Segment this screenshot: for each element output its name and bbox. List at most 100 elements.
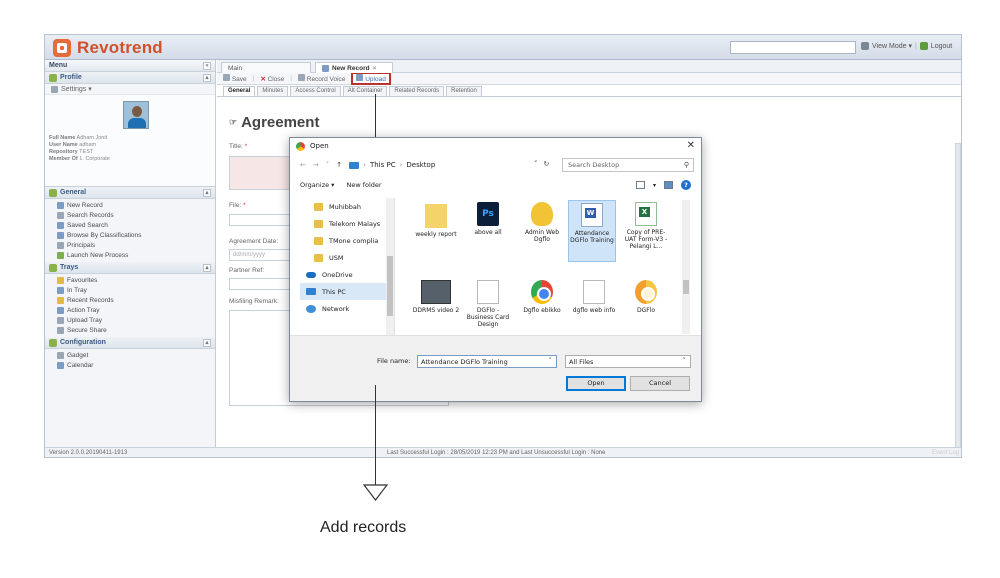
cancel-button[interactable]: Cancel bbox=[630, 376, 690, 391]
file-type-value: All Files bbox=[569, 358, 594, 366]
nav-item-label: Network bbox=[322, 304, 350, 313]
breadcrumb[interactable]: › This PC › Desktop bbox=[349, 161, 435, 169]
nav-item-tmone[interactable]: TMone complia bbox=[300, 232, 394, 249]
recent-locations-icon[interactable]: ˅ bbox=[326, 161, 330, 169]
menu-item-calendar[interactable]: Calendar bbox=[45, 360, 215, 370]
collapse-general-button[interactable]: ▴ bbox=[203, 189, 211, 197]
view-options-icon[interactable] bbox=[635, 181, 645, 189]
file-list-scrollbar[interactable] bbox=[682, 200, 690, 334]
file-item-admin-web-dgflo[interactable]: Admin Web Dgflo bbox=[518, 200, 566, 243]
file-item-attendance-dgflo-training[interactable]: Attendance DGFlo Training bbox=[568, 200, 616, 262]
tab-related-records[interactable]: Related Records bbox=[389, 86, 445, 96]
menu-item-saved-search[interactable]: Saved Search bbox=[45, 220, 215, 230]
event-log-link[interactable]: Event Log bbox=[932, 450, 959, 456]
menu-item-gadget[interactable]: Gadget bbox=[45, 350, 215, 360]
menu-item-action-tray[interactable]: Action Tray bbox=[45, 305, 215, 315]
tab-minutes[interactable]: Minutes bbox=[257, 86, 289, 96]
login-info: Last Successful Login : 28/05/2019 12:23… bbox=[387, 450, 606, 456]
menu-item-secure-share[interactable]: Secure Share bbox=[45, 325, 215, 335]
record-sub-tabs: General Minutes Access Control Alt Conta… bbox=[217, 85, 961, 97]
close-button[interactable]: ✕ Close bbox=[260, 75, 284, 83]
form-scrollbar[interactable] bbox=[955, 143, 961, 453]
close-icon[interactable]: ✕ bbox=[687, 140, 695, 151]
preview-pane-icon[interactable] bbox=[664, 181, 673, 189]
general-section-header[interactable]: General ▴ bbox=[45, 187, 215, 199]
breadcrumb-desktop[interactable]: Desktop bbox=[406, 161, 435, 169]
file-item-weekly-report[interactable]: weekly report bbox=[412, 202, 460, 238]
nav-item-muhibbah[interactable]: Muhibbah bbox=[300, 198, 394, 215]
collapse-trays-button[interactable]: ▴ bbox=[203, 264, 211, 272]
menu-item-search-records[interactable]: Search Records bbox=[45, 210, 215, 220]
chevron-down-icon[interactable]: ˅ bbox=[549, 357, 553, 365]
tab-new-record[interactable]: New Record × bbox=[315, 62, 393, 73]
new-record-icon bbox=[57, 201, 64, 209]
menu-item-favourites[interactable]: Favourites bbox=[45, 275, 215, 285]
record-voice-button[interactable]: Record Voice bbox=[297, 74, 345, 83]
view-dropdown-icon[interactable]: ▾ bbox=[653, 182, 656, 189]
search-input[interactable]: Search Desktop ⚲ bbox=[562, 158, 694, 172]
nav-item-this-pc[interactable]: This PC bbox=[300, 283, 394, 300]
file-item-ddrms-video[interactable]: DDRMS video 2 bbox=[412, 278, 460, 314]
nav-item-telekom[interactable]: Telekom Malays bbox=[300, 215, 394, 232]
menu-item-new-record[interactable]: New Record bbox=[45, 200, 215, 210]
collapse-menu-button[interactable]: « bbox=[203, 62, 211, 70]
upload-button[interactable]: Upload bbox=[351, 72, 391, 85]
menu-item-upload-tray[interactable]: Upload Tray bbox=[45, 315, 215, 325]
configuration-section-header[interactable]: Configuration ▴ bbox=[45, 337, 215, 349]
file-item-above-all[interactable]: Ps above all bbox=[464, 200, 512, 236]
excel-icon bbox=[635, 202, 657, 226]
close-tab-icon[interactable]: × bbox=[373, 65, 377, 72]
open-button[interactable]: Open bbox=[566, 376, 626, 391]
tab-label: Related Records bbox=[394, 88, 440, 94]
file-type-select[interactable]: All Files ˅ bbox=[565, 355, 691, 368]
menu-item-launch-process[interactable]: Launch New Process bbox=[45, 250, 215, 260]
breadcrumb-this-pc[interactable]: This PC bbox=[370, 161, 396, 169]
tab-main[interactable]: Main bbox=[221, 62, 311, 73]
menu-item-label: Saved Search bbox=[67, 221, 108, 229]
menu-item-browse-classifications[interactable]: Browse By Classifications bbox=[45, 230, 215, 240]
search-placeholder: Search Desktop bbox=[568, 161, 620, 169]
menu-item-in-tray[interactable]: In Tray bbox=[45, 285, 215, 295]
scrollbar-thumb[interactable] bbox=[683, 280, 689, 294]
file-name: DGFlo - Business Card Design bbox=[466, 307, 510, 328]
profile-section-header[interactable]: Profile ▴ bbox=[45, 72, 215, 84]
chevron-down-icon[interactable]: ˅ bbox=[683, 357, 687, 365]
file-name-input[interactable]: Attendance DGFlo Training ˅ bbox=[417, 355, 557, 368]
save-icon bbox=[223, 74, 230, 81]
menu-item-principals[interactable]: Principals bbox=[45, 240, 215, 250]
trays-section-header[interactable]: Trays ▴ bbox=[45, 262, 215, 274]
nav-item-network[interactable]: Network bbox=[300, 300, 394, 317]
tab-general[interactable]: General bbox=[223, 86, 256, 96]
help-icon[interactable]: ? bbox=[681, 180, 691, 190]
nav-item-usm[interactable]: USM bbox=[300, 249, 394, 266]
logout-link[interactable]: Logout bbox=[931, 43, 952, 50]
agreement-date-field[interactable]: dd/mm/yyyy bbox=[229, 249, 291, 261]
chevron-down-icon[interactable]: ˅ bbox=[534, 160, 538, 168]
file-item-copy-of-pre-uat[interactable]: Copy of PRE-UAT Form-V3 - Pelangi L... bbox=[622, 200, 670, 250]
title-label: Title: * bbox=[229, 143, 248, 150]
file-item-business-card[interactable]: DGFlo - Business Card Design bbox=[464, 278, 512, 328]
upload-label: Upload bbox=[365, 76, 386, 83]
tab-retention[interactable]: Retention bbox=[446, 86, 482, 96]
refresh-icon[interactable]: ↻ bbox=[544, 160, 550, 168]
settings-dropdown[interactable]: Settings ▾ bbox=[45, 84, 215, 95]
view-mode-button[interactable]: View Mode ▾ bbox=[872, 42, 912, 50]
collapse-profile-button[interactable]: ▴ bbox=[203, 74, 211, 82]
file-item-dgflo[interactable]: DGFlo bbox=[622, 278, 670, 314]
new-folder-button[interactable]: New folder bbox=[346, 181, 381, 189]
file-item-dgflo-ebikko[interactable]: Dgflo ebikko bbox=[518, 278, 566, 314]
organize-button[interactable]: Organize ▾ bbox=[300, 181, 334, 189]
nav-item-onedrive[interactable]: OneDrive bbox=[300, 266, 394, 283]
navigation-scrollbar[interactable] bbox=[386, 198, 394, 335]
global-search-input[interactable] bbox=[730, 41, 856, 54]
save-button[interactable]: Save bbox=[223, 74, 247, 83]
collapse-configuration-button[interactable]: ▴ bbox=[203, 339, 211, 347]
scrollbar-thumb[interactable] bbox=[387, 256, 393, 316]
tab-access-control[interactable]: Access Control bbox=[290, 86, 341, 96]
back-arrow-icon[interactable]: ← bbox=[300, 161, 306, 169]
forward-arrow-icon[interactable]: → bbox=[313, 161, 319, 169]
up-arrow-icon[interactable]: ↑ bbox=[336, 161, 342, 169]
menu-item-recent-records[interactable]: Recent Records bbox=[45, 295, 215, 305]
file-item-dgflo-web-info[interactable]: dgflo web info bbox=[570, 278, 618, 314]
tab-alt-container[interactable]: Alt Container bbox=[342, 86, 388, 96]
